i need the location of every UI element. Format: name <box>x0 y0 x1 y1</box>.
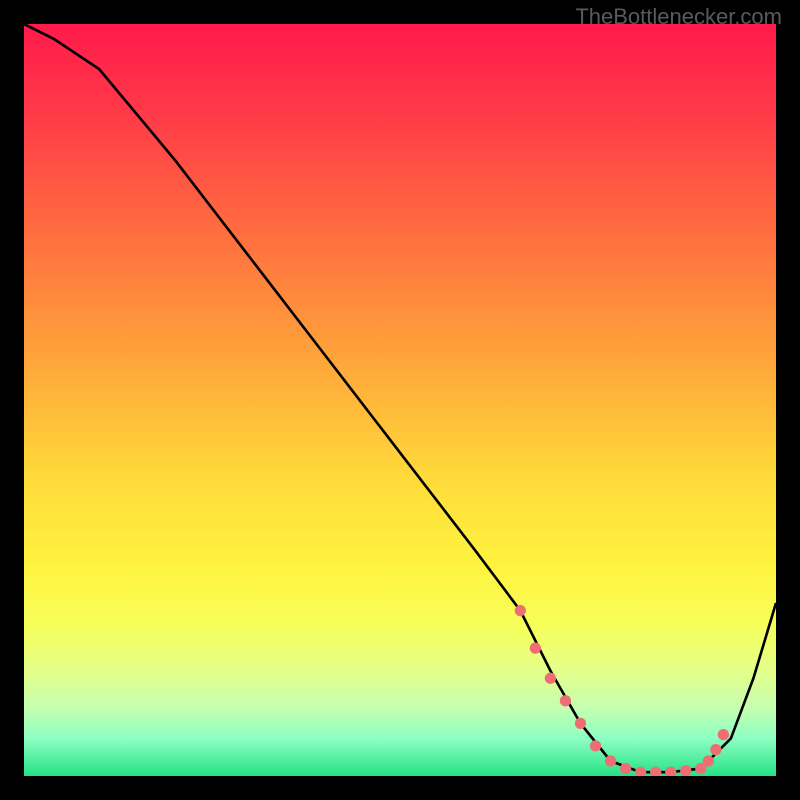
highlight-dot <box>560 695 571 706</box>
highlight-dot <box>703 755 714 766</box>
highlight-dot <box>605 755 616 766</box>
highlight-dot <box>680 765 691 776</box>
highlight-dot <box>710 744 721 755</box>
highlight-dot <box>515 605 526 616</box>
chart-svg <box>24 24 776 776</box>
highlight-dot <box>620 763 631 774</box>
watermark-text: TheBottlenecker.com <box>575 4 782 30</box>
gradient-background <box>24 24 776 776</box>
highlight-dot <box>590 740 601 751</box>
highlight-dot <box>545 673 556 684</box>
chart-plot-area <box>24 24 776 776</box>
highlight-dot <box>575 718 586 729</box>
highlight-dot <box>718 729 729 740</box>
highlight-dot <box>530 643 541 654</box>
